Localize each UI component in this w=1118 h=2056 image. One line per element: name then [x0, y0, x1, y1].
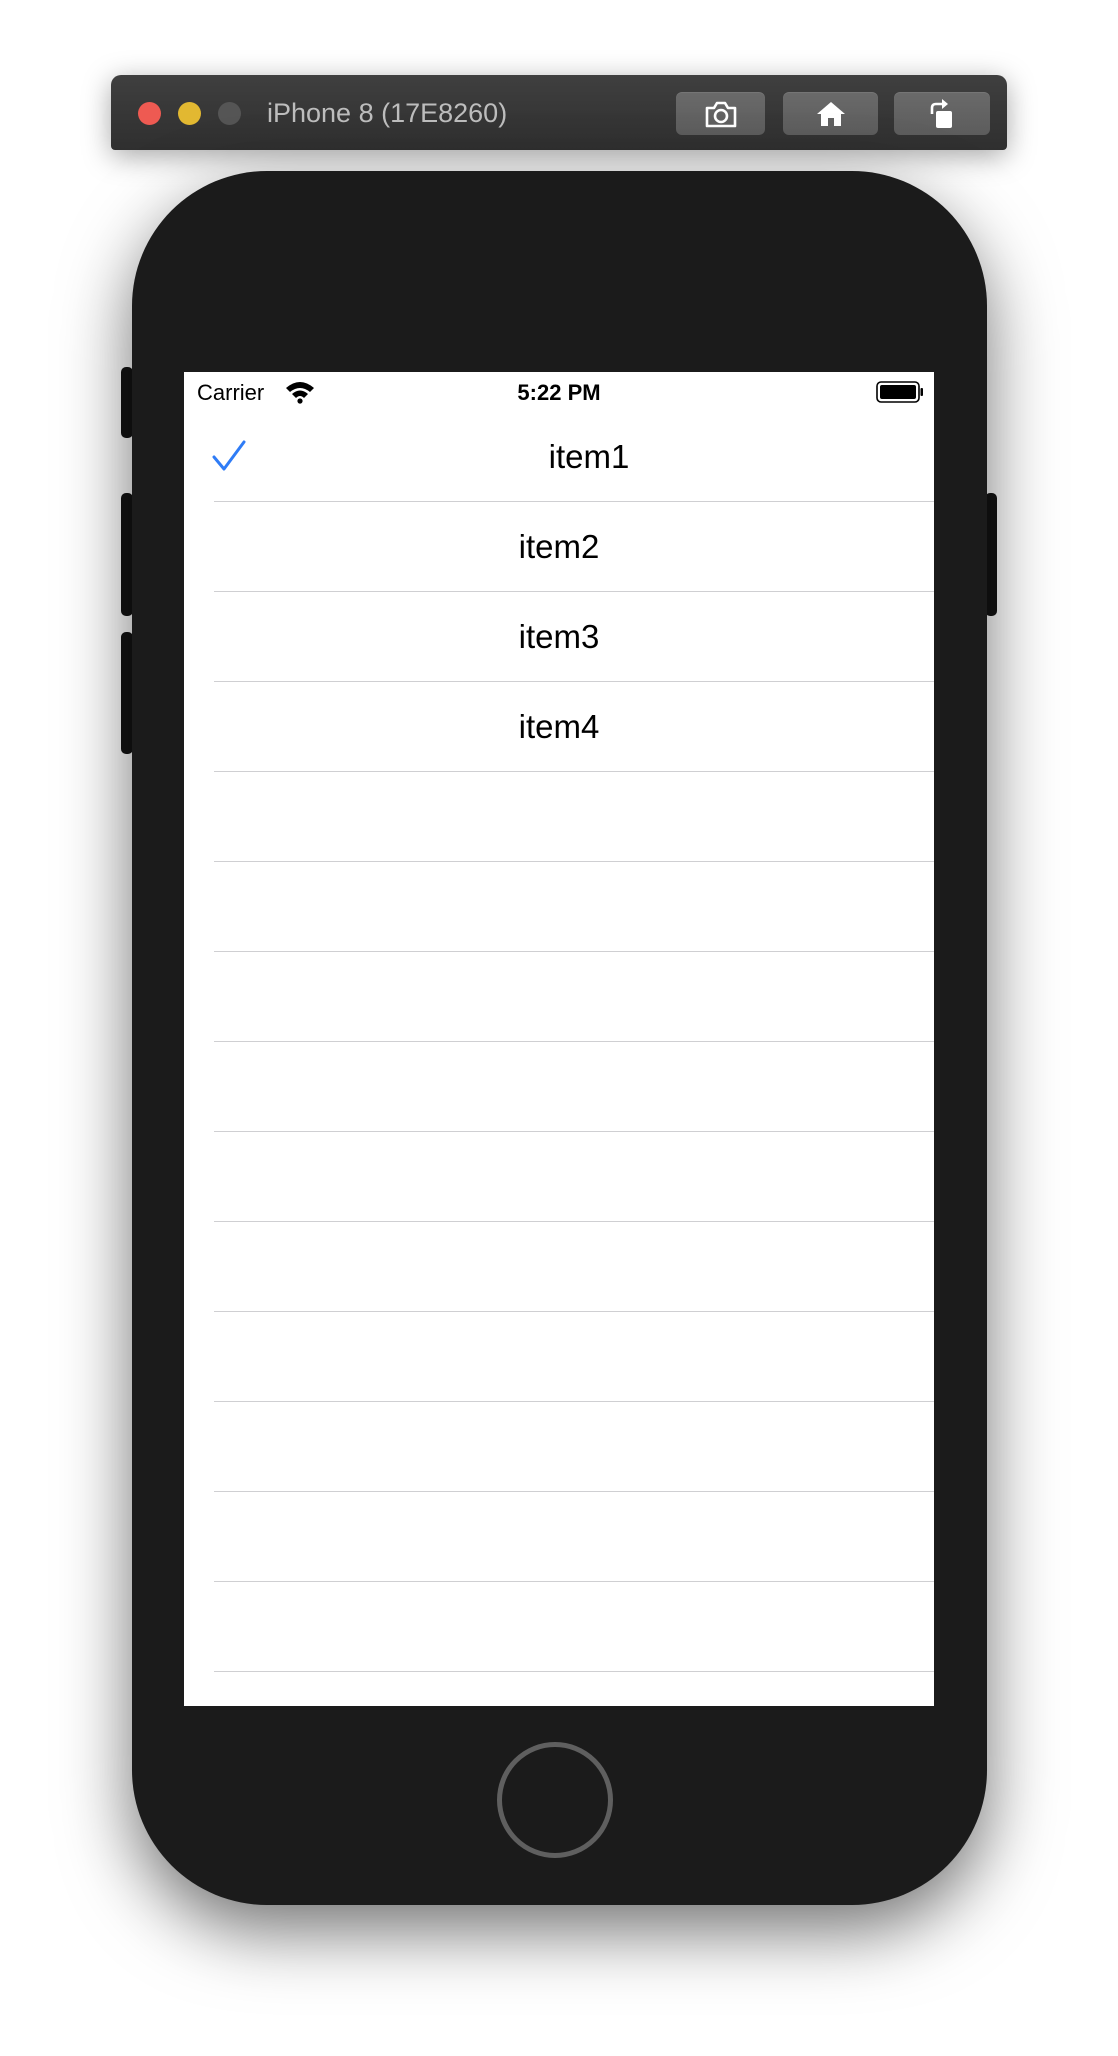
row-label: item2 [518, 528, 600, 565]
table-row[interactable]: item2 [214, 502, 934, 592]
camera-icon [705, 101, 736, 127]
battery-icon [876, 381, 923, 403]
zoom-window-button[interactable] [218, 102, 241, 125]
row-label: item4 [518, 708, 600, 745]
empty-table-row [214, 952, 934, 1042]
screenshot-button[interactable] [676, 92, 765, 135]
row-label: item3 [518, 618, 600, 655]
row-label: item1 [548, 438, 630, 475]
empty-table-row [214, 772, 934, 862]
items-table: item1 item2 item3 item4 [184, 412, 934, 1706]
table-row[interactable]: item3 [214, 592, 934, 682]
table-row[interactable]: item4 [214, 682, 934, 772]
empty-table-row [214, 1312, 934, 1402]
table-row[interactable]: item1 [212, 412, 934, 502]
empty-table-row [214, 1132, 934, 1222]
empty-table-row [214, 1402, 934, 1492]
empty-table-row [214, 862, 934, 952]
empty-table-row [214, 1582, 934, 1672]
empty-table-row [214, 1042, 934, 1132]
device-screen: Carrier 5:22 PM item1 item2 item3 item4 [184, 372, 934, 1706]
status-time: 5:22 PM [517, 380, 601, 405]
home-icon [816, 101, 845, 126]
home-toolbar-button[interactable] [783, 92, 878, 135]
empty-table-row [214, 1672, 934, 1706]
minimize-window-button[interactable] [178, 102, 201, 125]
empty-table-row [214, 1222, 934, 1312]
status-bar: Carrier 5:22 PM [184, 372, 934, 412]
rotate-icon [930, 98, 952, 128]
rotate-button[interactable] [894, 92, 990, 135]
window-title: iPhone 8 (17E8260) [267, 98, 508, 128]
simulator-titlebar: iPhone 8 (17E8260) [111, 75, 1007, 150]
device-home-button[interactable] [497, 1742, 613, 1858]
close-window-button[interactable] [138, 102, 161, 125]
empty-table-row [214, 1492, 934, 1582]
